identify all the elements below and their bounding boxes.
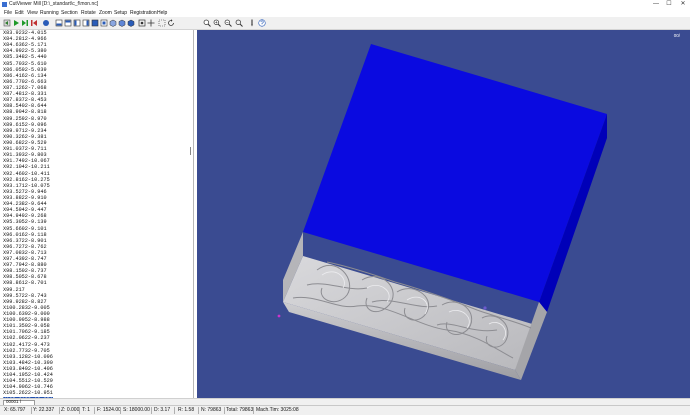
minimize-button[interactable]: —	[651, 0, 661, 9]
gcode-line[interactable]: X93.1712-10.075	[3, 183, 53, 189]
view-left-icon[interactable]	[73, 19, 81, 27]
gcode-line[interactable]: X99.5722-8.743	[3, 293, 53, 299]
status-separator	[120, 407, 121, 414]
status-separator	[198, 407, 199, 414]
step-back-icon[interactable]	[3, 19, 11, 27]
gcode-line[interactable]: X105.2622-10.951	[3, 390, 53, 396]
zoom-previous-icon[interactable]	[235, 19, 243, 27]
view-iso-icon[interactable]	[109, 19, 117, 27]
zoom-out-icon[interactable]	[224, 19, 232, 27]
gcode-line[interactable]: X92.4602-10.411	[3, 171, 53, 177]
pan-icon[interactable]	[147, 19, 155, 27]
view-dimetric-icon[interactable]	[118, 19, 126, 27]
gcode-line[interactable]: X92.8162-10.275	[3, 177, 53, 183]
menu-help[interactable]: Help	[157, 9, 167, 17]
gcode-line[interactable]: X103.1282-10.096	[3, 354, 53, 360]
gcode-lines: X83.9232-4.015 X84.2812-4.966 X84.6362-5.1…	[3, 30, 53, 398]
zoom-window-icon[interactable]	[158, 19, 166, 27]
rewind-icon[interactable]	[30, 19, 38, 27]
status-separator	[79, 407, 80, 414]
maximize-button[interactable]: ☐	[664, 0, 674, 9]
menu-bar: File Edit View Running Section Rotate Zo…	[0, 9, 690, 17]
status-separator	[151, 407, 152, 414]
close-button[interactable]: ✕	[678, 0, 688, 9]
gcode-line[interactable]: X85.7032-5.610	[3, 61, 53, 67]
menu-registration[interactable]: Registration	[130, 9, 157, 17]
menu-running[interactable]: Running	[40, 9, 59, 17]
shaded-view-icon[interactable]	[42, 19, 50, 27]
tool-position-marker	[483, 306, 487, 310]
menu-rotate[interactable]: Rotate	[81, 9, 96, 17]
view-right-icon[interactable]	[82, 19, 90, 27]
status-separator	[59, 407, 60, 414]
gcode-line[interactable]: X102.0622-9.237	[3, 335, 53, 341]
status-separator	[224, 407, 225, 414]
step-forward-icon[interactable]	[21, 19, 29, 27]
rotate-icon[interactable]	[167, 19, 175, 27]
gcode-line[interactable]: X86.4162-6.134	[3, 73, 53, 79]
simulation-view: 00/	[277, 33, 681, 380]
gcode-line[interactable]: X102.4172-9.473	[3, 342, 53, 348]
view-trimetric-icon[interactable]	[127, 19, 135, 27]
status-separator	[253, 407, 254, 414]
gcode-line[interactable]: X98.8612-8.701	[3, 280, 53, 286]
origin-marker	[277, 314, 281, 318]
zoom-fit-icon[interactable]	[138, 19, 146, 27]
menu-setup[interactable]: Setup	[114, 9, 127, 17]
view-bottom-icon[interactable]	[100, 19, 108, 27]
gcode-line[interactable]: X86.0592-5.039	[3, 67, 53, 73]
view-back-icon[interactable]	[64, 19, 72, 27]
gcode-line[interactable]: X89.2592-8.970	[3, 116, 53, 122]
menu-edit[interactable]: Edit	[15, 9, 24, 17]
gcode-line[interactable]: X89.9712-9.234	[3, 128, 53, 134]
toolbar	[0, 17, 690, 30]
splitter-grip[interactable]	[190, 147, 193, 155]
gcode-line[interactable]: X88.9042-8.818	[3, 109, 53, 115]
title-bar: CutViewer Mill [D:\_standart\c_f\mon.nc]…	[0, 0, 690, 9]
app-icon	[2, 2, 7, 7]
window-title: CutViewer Mill [D:\_standart\c_f\mon.nc]	[9, 1, 99, 7]
zoom-icon[interactable]	[203, 19, 211, 27]
help-icon[interactable]	[258, 19, 266, 27]
status-separator	[174, 407, 175, 414]
play-icon[interactable]	[12, 19, 20, 27]
view-top-icon[interactable]	[91, 19, 99, 27]
menu-zoom[interactable]: Zoom	[99, 9, 112, 17]
zoom-in-icon[interactable]	[213, 19, 221, 27]
menu-file[interactable]: File	[4, 9, 12, 17]
gcode-line[interactable]: X96.3722-8.901	[3, 238, 53, 244]
gcode-line[interactable]: X92.1042-10.211	[3, 164, 53, 170]
gcode-line[interactable]: X102.7732-9.705	[3, 348, 53, 354]
3d-viewport[interactable]: 00/	[197, 30, 690, 398]
gcode-line[interactable]: X96.0162-9.118	[3, 232, 53, 238]
view-front-icon[interactable]	[55, 19, 63, 27]
menu-section[interactable]: Section	[61, 9, 78, 17]
gcode-line[interactable]: X95.3052-9.139	[3, 219, 53, 225]
menu-view[interactable]: View	[27, 9, 38, 17]
status-separator	[94, 407, 95, 414]
gcode-listing-pane[interactable]: X83.9232-4.015 X84.2812-4.966 X84.6362-5.1…	[0, 30, 194, 398]
viewport-corner-label: 00/	[674, 33, 681, 38]
status-separator	[31, 407, 32, 414]
gcode-line[interactable]: X85.3482-5.440	[3, 54, 53, 60]
gcode-line[interactable]: X95.6602-9.101	[3, 226, 53, 232]
gcode-line[interactable]: X89.6152-9.096	[3, 122, 53, 128]
tool-icon[interactable]	[248, 19, 256, 27]
